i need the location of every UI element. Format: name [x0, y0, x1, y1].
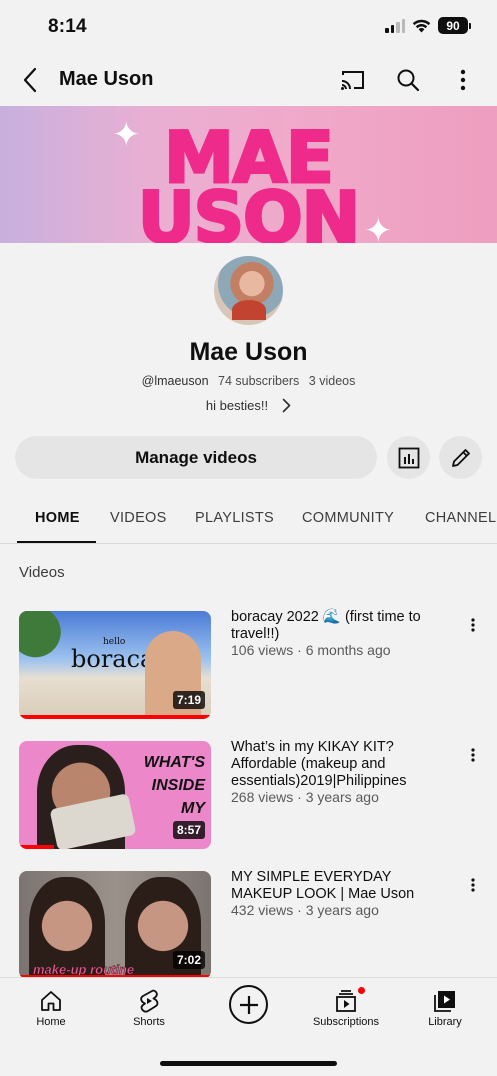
manage-videos-button[interactable]: Manage videos [15, 436, 377, 479]
video-duration: 8:57 [172, 821, 205, 839]
video-title[interactable]: What’s in my KIKAY KIT? Affordable (make… [231, 739, 449, 790]
section-title: Videos [19, 564, 65, 581]
video-meta: 432 views · 3 years ago [231, 902, 379, 918]
library-icon [434, 991, 455, 1012]
more-vertical-icon [471, 618, 475, 632]
top-actions [339, 66, 477, 94]
watch-progress-bar [19, 715, 211, 719]
more-options-button[interactable] [449, 66, 477, 94]
watch-progress-bar [19, 845, 54, 849]
edit-channel-button[interactable] [439, 436, 482, 479]
channel-avatar[interactable] [214, 256, 283, 325]
video-title[interactable]: MY SIMPLE EVERYDAY MAKEUP LOOK | Mae Uso… [231, 869, 449, 903]
video-count: 3 videos [308, 374, 356, 388]
sparkle-icon: ✦ [112, 116, 141, 154]
cast-button[interactable] [339, 66, 367, 94]
nav-subscriptions[interactable]: Subscriptions [296, 986, 396, 1028]
video-duration: 7:19 [172, 691, 205, 709]
home-icon [41, 991, 61, 1011]
notification-dot [357, 986, 366, 995]
page-title: Mae Uson [59, 68, 154, 90]
chevron-right-icon [282, 398, 291, 413]
video-more-button[interactable] [465, 875, 481, 895]
channel-handle: @lmaeuson [141, 374, 209, 388]
tab-playlists[interactable]: PLAYLISTS [195, 510, 274, 526]
nav-home-label: Home [36, 1016, 66, 1028]
video-more-button[interactable] [465, 745, 481, 765]
channel-description-link[interactable]: hi besties!! [0, 398, 497, 413]
video-thumbnail[interactable]: hello boracay 7:19 [19, 611, 211, 719]
video-thumbnail[interactable]: WHAT'S INSIDE MY 8:57 [19, 741, 211, 849]
analytics-button[interactable] [387, 436, 430, 479]
plus-icon [239, 995, 258, 1014]
create-button[interactable] [229, 985, 268, 1024]
signal-icon [385, 18, 405, 33]
pencil-icon [451, 448, 470, 467]
wifi-icon [412, 19, 431, 32]
nav-library-label: Library [428, 1016, 462, 1028]
home-indicator [160, 1061, 337, 1066]
channel-name: Mae Uson [189, 338, 308, 366]
channel-description: hi besties!! [205, 398, 269, 413]
thumbnail-text: WHAT'S INSIDE MY [143, 754, 205, 817]
subscriptions-icon [336, 990, 356, 1012]
shorts-icon [140, 989, 159, 1013]
active-tab-indicator [17, 541, 96, 543]
search-icon [397, 69, 420, 92]
nav-shorts[interactable]: Shorts [99, 988, 199, 1028]
tab-videos[interactable]: VIDEOS [110, 510, 167, 526]
subscriber-count: 74 subscribers [218, 374, 300, 388]
more-vertical-icon [471, 748, 475, 762]
chevron-left-icon [23, 67, 37, 93]
top-app-bar: Mae Uson [0, 54, 497, 106]
status-icons: 90 [385, 17, 471, 34]
more-vertical-icon [471, 878, 475, 892]
channel-banner: MAE USON ✦ ✦ [0, 106, 497, 243]
status-time: 8:14 [48, 16, 87, 37]
tab-community[interactable]: COMMUNITY [302, 510, 394, 526]
video-title[interactable]: boracay 2022 🌊 (first time to travel!!) [231, 609, 449, 643]
tab-home[interactable]: HOME [35, 510, 80, 526]
video-item[interactable]: WHAT'S INSIDE MY 8:57 What’s in my KIKAY… [0, 739, 497, 849]
tab-channels[interactable]: CHANNELS [425, 510, 497, 526]
search-button[interactable] [394, 66, 422, 94]
video-item[interactable]: make-up routine 7:02 MY SIMPLE EVERYDAY … [0, 869, 497, 979]
video-meta: 106 views · 6 months ago [231, 642, 391, 658]
sparkle-icon: ✦ [364, 212, 393, 243]
video-meta: 268 views · 3 years ago [231, 789, 379, 805]
channel-tabs: HOME VIDEOS PLAYLISTS COMMUNITY CHANNELS [0, 496, 497, 544]
nav-library[interactable]: Library [395, 988, 495, 1028]
back-button[interactable] [16, 66, 44, 94]
status-bar: 8:14 90 [0, 0, 497, 54]
video-thumbnail[interactable]: make-up routine 7:02 [19, 871, 211, 979]
more-vertical-icon [460, 69, 466, 91]
battery-icon: 90 [438, 17, 471, 34]
nav-home[interactable]: Home [1, 988, 101, 1028]
video-more-button[interactable] [465, 615, 481, 635]
cast-icon [341, 71, 364, 90]
nav-subscriptions-label: Subscriptions [312, 1016, 380, 1028]
analytics-icon [398, 447, 419, 468]
video-duration: 7:02 [172, 951, 205, 969]
channel-meta: @lmaeuson 74 subscribers 3 videos [0, 374, 497, 388]
nav-shorts-label: Shorts [133, 1016, 165, 1028]
video-item[interactable]: hello boracay 7:19 boracay 2022 🌊 (first… [0, 609, 497, 719]
banner-logo: MAE USON [136, 117, 361, 243]
